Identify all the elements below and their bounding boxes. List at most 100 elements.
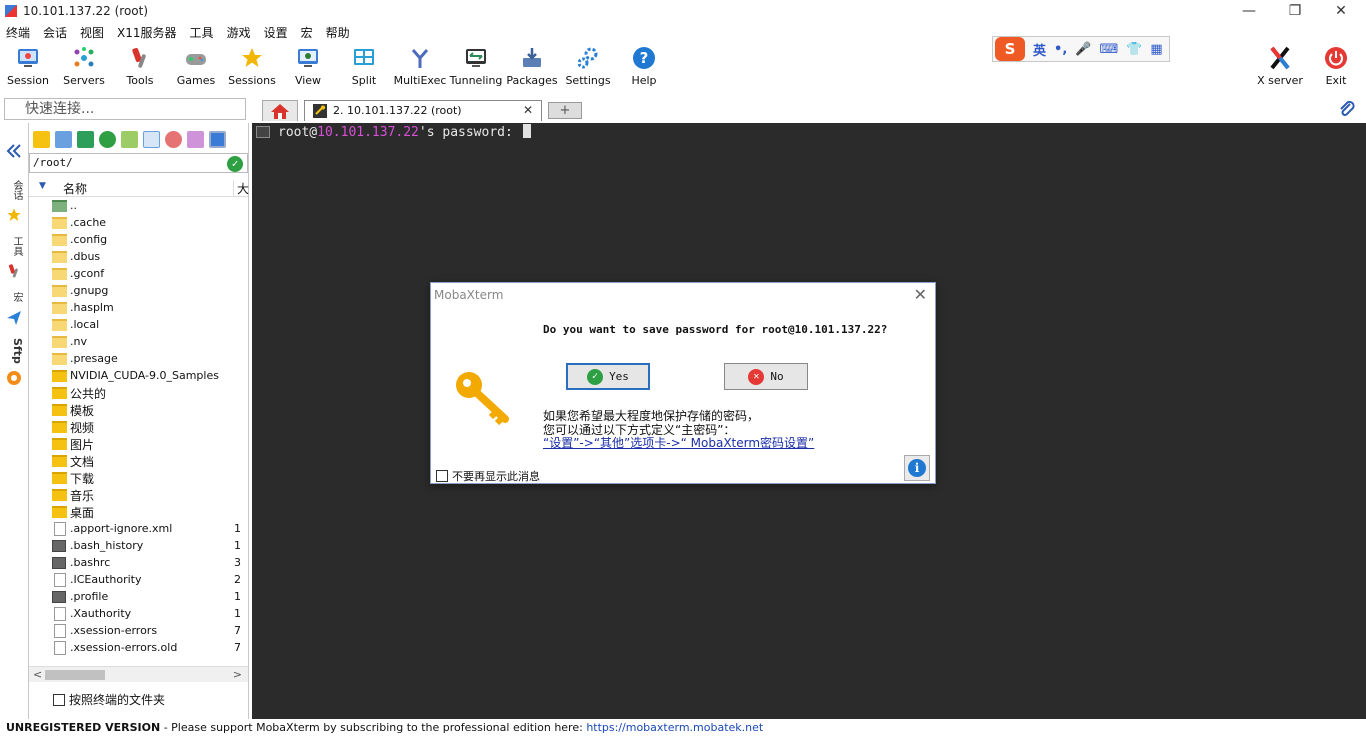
settings-button[interactable]: Settings xyxy=(560,46,616,92)
tools-button[interactable]: Tools xyxy=(112,46,168,92)
help-button[interactable]: ? Help xyxy=(616,46,672,92)
paperclip-icon[interactable] xyxy=(1338,100,1356,118)
file-row[interactable]: .bash_history 1 xyxy=(29,538,248,555)
ime-punctuation-icon[interactable]: •, xyxy=(1054,42,1067,57)
file-row[interactable]: .ICEauthority 2 xyxy=(29,572,248,589)
scroll-right-icon[interactable]: > xyxy=(233,668,242,681)
file-row[interactable]: .bashrc 3 xyxy=(29,555,248,572)
ime-menu-icon[interactable]: ▦ xyxy=(1150,42,1162,57)
dont-show-checkbox[interactable] xyxy=(436,470,448,482)
tunneling-button[interactable]: Tunneling xyxy=(448,46,504,92)
menu-settings[interactable]: 设置 xyxy=(264,24,288,41)
menu-games[interactable]: 游戏 xyxy=(227,24,251,41)
file-row[interactable]: 下载 xyxy=(29,470,248,487)
file-row[interactable]: 模板 xyxy=(29,402,248,419)
parent-folder-icon[interactable] xyxy=(33,130,50,148)
split-button[interactable]: Split xyxy=(336,46,392,92)
vtab-sessions[interactable]: 会话 xyxy=(4,175,24,205)
toggle-hidden-icon[interactable] xyxy=(209,130,226,148)
menu-macros[interactable]: 宏 xyxy=(301,24,313,41)
file-row[interactable]: .. xyxy=(29,198,248,215)
column-size[interactable]: 大 xyxy=(233,180,249,196)
file-row[interactable]: .profile 1 xyxy=(29,589,248,606)
file-row[interactable]: .xsession-errors 7 xyxy=(29,623,248,640)
file-row[interactable]: .local xyxy=(29,317,248,334)
minimize-button[interactable]: — xyxy=(1226,0,1272,22)
scroll-thumb[interactable] xyxy=(45,670,105,680)
file-row[interactable]: .gnupg xyxy=(29,283,248,300)
view-button[interactable]: View xyxy=(280,46,336,92)
menu-view[interactable]: 视图 xyxy=(80,24,104,41)
keyboard-icon[interactable]: ⌨ xyxy=(1099,42,1118,57)
file-row[interactable]: 文档 xyxy=(29,453,248,470)
sort-arrow-icon[interactable]: ▼ xyxy=(39,181,46,191)
file-row[interactable]: .hasplm xyxy=(29,300,248,317)
file-row[interactable]: .gconf xyxy=(29,266,248,283)
file-row[interactable]: .nv xyxy=(29,334,248,351)
menu-help[interactable]: 帮助 xyxy=(326,24,350,41)
dialog-settings-link[interactable]: “设置”->“其他”选项卡->“ MobaXterm密码设置” xyxy=(543,434,814,451)
file-list-hscrollbar[interactable]: < > xyxy=(29,666,248,682)
new-file-icon[interactable] xyxy=(143,130,160,148)
file-row[interactable]: .Xauthority 1 xyxy=(29,606,248,623)
menu-terminal[interactable]: 终端 xyxy=(6,24,30,41)
skin-icon[interactable]: 👕 xyxy=(1126,42,1142,57)
file-row[interactable]: 图片 xyxy=(29,436,248,453)
yes-button[interactable]: ✓ Yes xyxy=(566,363,650,390)
collapse-sidebar-icon[interactable] xyxy=(6,143,22,159)
new-tab-button[interactable]: + xyxy=(548,102,582,119)
exit-button[interactable]: Exit xyxy=(1308,46,1364,92)
menu-x11-server[interactable]: X11服务器 xyxy=(117,24,177,41)
microphone-icon[interactable]: 🎤 xyxy=(1075,42,1091,57)
new-folder-icon[interactable] xyxy=(121,130,138,148)
vtab-macros[interactable]: 宏 xyxy=(4,287,24,307)
sftp-path-input[interactable]: /root/ ✓ xyxy=(29,153,248,173)
file-row[interactable]: 桌面 xyxy=(29,504,248,521)
terminal-scrollbar[interactable] xyxy=(1348,123,1366,719)
path-ok-icon[interactable]: ✓ xyxy=(227,156,243,172)
quick-connect-input[interactable]: 快速连接... xyxy=(4,98,246,120)
servers-button[interactable]: Servers xyxy=(56,46,112,92)
file-row[interactable]: .presage xyxy=(29,351,248,368)
scroll-left-icon[interactable]: < xyxy=(33,668,42,681)
dont-show-again[interactable]: 不要再显示此消息 xyxy=(436,468,540,484)
file-row[interactable]: 公共的 xyxy=(29,385,248,402)
info-button[interactable]: i xyxy=(904,455,930,481)
file-row[interactable]: 视频 xyxy=(29,419,248,436)
vtab-sftp[interactable]: Sftp xyxy=(4,333,24,369)
games-button[interactable]: Games xyxy=(168,46,224,92)
mobatek-link[interactable]: https://mobaxterm.mobatek.net xyxy=(586,721,763,734)
restore-button[interactable]: ❐ xyxy=(1272,0,1318,22)
delete-icon[interactable] xyxy=(165,130,182,148)
tab-close-button[interactable]: ✕ xyxy=(523,103,533,117)
follow-terminal-checkbox[interactable] xyxy=(53,693,65,706)
file-row[interactable]: .dbus xyxy=(29,249,248,266)
rename-icon[interactable] xyxy=(187,130,204,148)
xserver-button[interactable]: X server xyxy=(1252,46,1308,92)
tab-session-2[interactable]: 2. 10.101.137.22 (root) ✕ xyxy=(304,100,542,121)
no-button[interactable]: ✕ No xyxy=(724,363,808,390)
file-row[interactable]: .xsession-errors.old 7 xyxy=(29,640,248,657)
file-row[interactable]: 音乐 xyxy=(29,487,248,504)
column-name[interactable]: 名称 xyxy=(63,180,87,197)
menu-tools[interactable]: 工具 xyxy=(190,24,214,41)
vtab-tools[interactable]: 工具 xyxy=(4,231,24,261)
dialog-close-icon[interactable]: ✕ xyxy=(914,285,927,304)
sogou-logo-icon[interactable]: S xyxy=(995,37,1025,61)
upload-icon[interactable] xyxy=(77,130,94,148)
packages-button[interactable]: Packages xyxy=(504,46,560,92)
download-icon[interactable] xyxy=(55,130,72,148)
refresh-icon[interactable] xyxy=(99,130,116,148)
home-tab[interactable] xyxy=(262,100,298,121)
ime-language-toggle[interactable]: 英 xyxy=(1033,40,1046,59)
file-row[interactable]: .config xyxy=(29,232,248,249)
menu-session[interactable]: 会话 xyxy=(43,24,67,41)
close-window-button[interactable]: ✕ xyxy=(1318,0,1364,22)
sessions-button[interactable]: Sessions xyxy=(224,46,280,92)
file-row[interactable]: .apport-ignore.xml 1 xyxy=(29,521,248,538)
file-row[interactable]: .cache xyxy=(29,215,248,232)
file-row[interactable]: NVIDIA_CUDA-9.0_Samples xyxy=(29,368,248,385)
session-button[interactable]: Session xyxy=(0,46,56,92)
multiexec-button[interactable]: MultiExec xyxy=(392,46,448,92)
follow-terminal-folder[interactable]: 按照终端的文件夹 xyxy=(53,691,165,708)
